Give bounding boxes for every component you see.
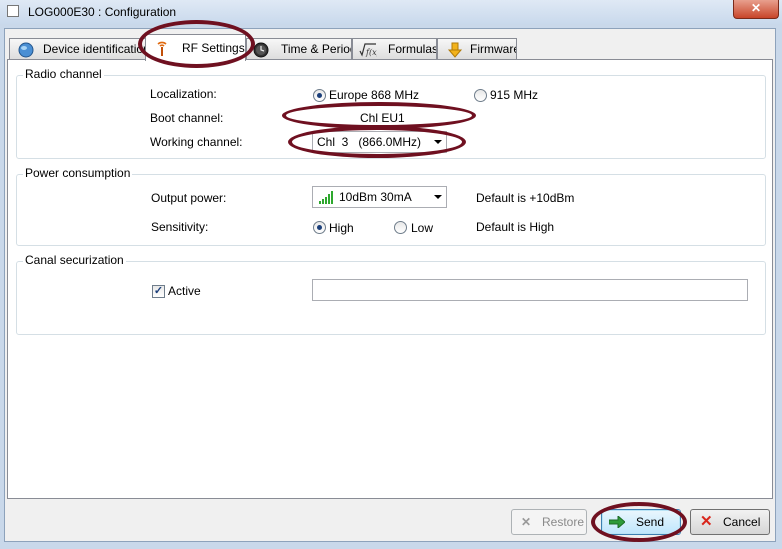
radio-sensitivity-low-label[interactable]: Low: [411, 221, 433, 235]
group-title: Radio channel: [23, 67, 104, 81]
radio-sensitivity-high-label[interactable]: High: [329, 221, 354, 235]
radio-sensitivity-high[interactable]: [313, 221, 326, 234]
title-bar: LOG000E30 : Configuration ✕: [0, 0, 782, 25]
tab-time-period[interactable]: Time & Period: [246, 38, 352, 60]
close-button[interactable]: ✕: [733, 0, 779, 19]
tab-label: Time & Period: [281, 42, 352, 56]
antenna-icon: [157, 41, 167, 56]
dialog-client-area: Device identification RF Settings Time &…: [4, 20, 776, 542]
active-checkbox[interactable]: ✓: [152, 285, 165, 298]
globe-icon: [18, 42, 34, 58]
close-icon: ✕: [521, 515, 532, 529]
working-channel-label: Working channel:: [150, 135, 243, 149]
close-icon: ✕: [700, 513, 713, 530]
sensitivity-default: Default is High: [476, 220, 555, 234]
radio-europe-868[interactable]: [313, 89, 326, 102]
tab-device-identification[interactable]: Device identification: [9, 38, 146, 60]
tab-label: RF Settings: [182, 41, 245, 55]
cancel-button[interactable]: ✕ Cancel: [690, 509, 770, 535]
arrow-right-icon: [609, 516, 625, 528]
tab-label: Device identification: [43, 42, 146, 56]
clock-icon: [253, 42, 269, 58]
boot-channel-value: Chl EU1: [360, 111, 405, 125]
active-label[interactable]: Active: [168, 284, 201, 298]
working-channel-select[interactable]: Chl 3 (866.0MHz): [312, 131, 447, 153]
signal-strength-icon: [319, 191, 333, 204]
group-title: Power consumption: [23, 166, 133, 180]
boot-channel-label: Boot channel:: [150, 111, 224, 125]
tab-formulas[interactable]: f(x) Formulas: [352, 38, 437, 60]
radio-915[interactable]: [474, 89, 487, 102]
send-button[interactable]: Send: [601, 509, 681, 535]
send-button-label: Send: [636, 515, 665, 529]
tab-label: Formulas: [388, 42, 437, 56]
output-power-default: Default is +10dBm: [476, 191, 575, 205]
output-power-label: Output power:: [151, 191, 227, 205]
tab-rf-settings[interactable]: RF Settings: [145, 34, 246, 61]
localization-label: Localization:: [150, 87, 217, 101]
tab-firmware[interactable]: Firmware: [437, 38, 517, 60]
formula-icon: f(x): [359, 43, 377, 57]
window-title: LOG000E30 : Configuration: [28, 5, 177, 19]
radio-europe-868-label[interactable]: Europe 868 MHz: [329, 88, 419, 102]
cancel-button-label: Cancel: [723, 515, 761, 529]
output-power-select[interactable]: 10dBm 30mA: [312, 186, 447, 208]
sensitivity-label: Sensitivity:: [151, 220, 209, 234]
window-frame: Device identification RF Settings Time &…: [0, 20, 782, 549]
power-consumption-group: Power consumption: [16, 166, 766, 246]
svg-text:f(x): f(x): [365, 48, 377, 57]
chevron-down-icon: [434, 140, 442, 144]
working-channel-value: Chl 3 (866.0MHz): [317, 135, 422, 149]
restore-button[interactable]: ✕ Restore: [511, 509, 587, 535]
tab-label: Firmware: [470, 42, 517, 56]
rf-settings-page: Radio channel Localization: Europe 868 M…: [7, 59, 773, 499]
security-key-input[interactable]: [312, 279, 748, 301]
radio-sensitivity-low[interactable]: [394, 221, 407, 234]
restore-button-label: Restore: [542, 515, 585, 529]
output-power-value: 10dBm 30mA: [339, 190, 412, 204]
chevron-down-icon: [434, 195, 442, 199]
radio-915-label[interactable]: 915 MHz: [490, 88, 538, 102]
app-icon: [7, 5, 19, 17]
group-title: Canal securization: [23, 253, 126, 267]
download-arrow-icon: [447, 42, 463, 58]
